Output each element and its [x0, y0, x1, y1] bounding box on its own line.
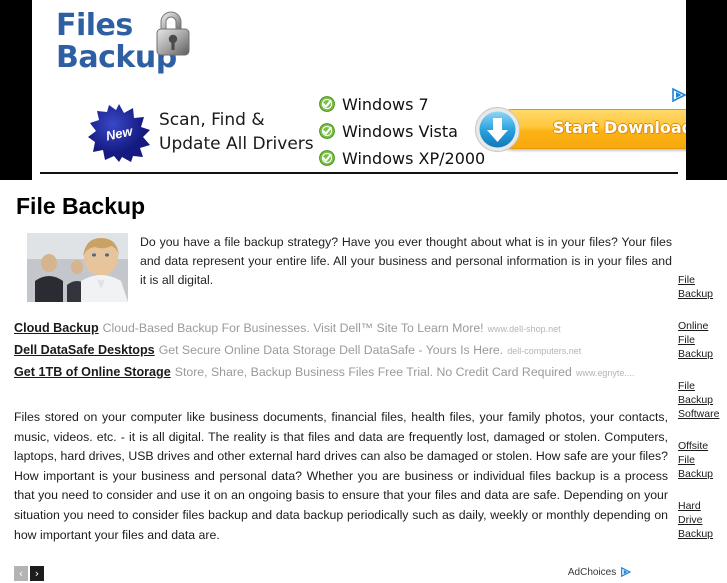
sidebar-link-file-backup[interactable]: File Backup [678, 273, 724, 301]
banner-ad-strip: Files Backup New Scan, Find & Update All… [0, 0, 727, 180]
os-list-item: Windows XP/2000 [319, 146, 485, 170]
banner-divider [40, 172, 678, 174]
os-name: Windows XP/2000 [342, 148, 486, 168]
banner-ad-frame[interactable]: Files Backup New Scan, Find & Update All… [32, 0, 686, 180]
prev-ads-button[interactable]: ‹ [14, 566, 28, 582]
sponsored-ad-title[interactable]: Cloud Backup [14, 321, 99, 335]
check-circle-icon [319, 96, 335, 112]
start-download-button[interactable]: Start Download [475, 107, 686, 152]
os-name: Windows Vista [342, 121, 458, 141]
sponsored-ad-row[interactable]: Dell DataSafe Desktops Get Secure Online … [14, 339, 666, 361]
banner-tagline-line1: Scan, Find & [159, 110, 265, 130]
sidebar-link-offsite-file-backup[interactable]: Offsite File Backup [678, 439, 724, 481]
banner-ad-tagline: Scan, Find & Update All Drivers [159, 108, 319, 156]
adchoices-triangle-icon[interactable] [672, 87, 686, 103]
padlock-icon [149, 10, 197, 62]
sidebar-links: File Backup Online File Backup File Back… [678, 273, 724, 559]
page-content: File Backup Do you have a file backup st… [0, 180, 727, 582]
next-ads-button[interactable]: › [30, 566, 44, 582]
sponsored-ad-url: www.egnyte.... [575, 368, 635, 378]
sidebar-link-hard-drive-backup[interactable]: Hard Drive Backup [678, 499, 724, 541]
sponsored-ad-description: Get Secure Online Data Storage Dell Data… [158, 343, 504, 357]
check-circle-icon [319, 150, 335, 166]
supported-os-list: Windows 7 Windows Vista Windows XP/2000 [319, 92, 485, 173]
sponsored-ads-block: Cloud Backup Cloud-Based Backup For Busin… [14, 317, 666, 383]
check-circle-icon [319, 123, 335, 139]
sidebar-link-online-file-backup[interactable]: Online File Backup [678, 319, 724, 361]
sponsored-ad-title[interactable]: Get 1TB of Online Storage [14, 365, 171, 379]
download-arrow-icon [475, 107, 520, 152]
sponsored-ad-url: www.dell-shop.net [487, 324, 561, 334]
sponsored-ad-description: Store, Share, Backup Business Files Free… [174, 365, 572, 379]
sponsored-ad-description: Cloud-Based Backup For Businesses. Visit… [102, 321, 484, 335]
page-title: File Backup [16, 193, 146, 219]
adchoices-link[interactable]: AdChoices [568, 565, 632, 580]
sponsored-ad-row[interactable]: Cloud Backup Cloud-Based Backup For Busin… [14, 317, 666, 339]
intro-block: Do you have a file backup strategy? Have… [27, 233, 672, 302]
sidebar-link-file-backup-software[interactable]: File Backup Software [678, 379, 724, 421]
sponsored-ads-footer: ‹ › AdChoices [14, 565, 666, 582]
sponsored-ad-url: dell-computers.net [507, 346, 582, 356]
banner-ad-logo: Files Backup [54, 8, 304, 90]
adchoices-label: AdChoices [567, 567, 617, 578]
sponsored-ad-title[interactable]: Dell DataSafe Desktops [14, 343, 155, 357]
os-list-item: Windows 7 [319, 92, 479, 116]
adchoices-triangle-icon [621, 566, 632, 578]
sponsored-ad-row[interactable]: Get 1TB of Online Storage Store, Share, B… [14, 361, 666, 383]
os-name: Windows 7 [342, 94, 429, 114]
banner-tagline-line2: Update All Drivers [159, 134, 314, 154]
business-people-photo [27, 233, 128, 302]
new-badge: New [88, 104, 150, 162]
body-paragraph: Files stored on your computer like busin… [14, 410, 668, 542]
os-list-item: Windows Vista [319, 119, 479, 143]
download-button-label: Start Download [552, 118, 686, 137]
